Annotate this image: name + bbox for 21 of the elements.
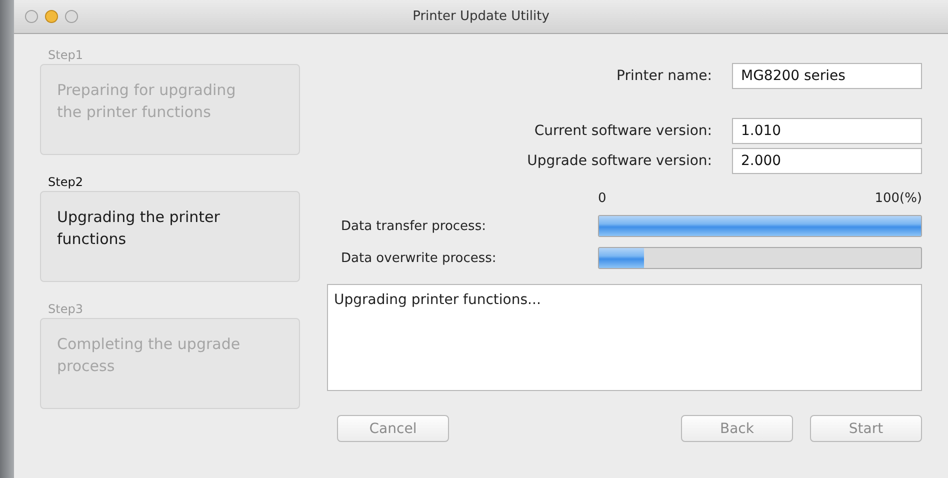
input-field[interactable]: 2.000 bbox=[732, 148, 922, 174]
step-label: Step3 bbox=[47, 301, 84, 318]
field-label: Upgrade software version: bbox=[526, 153, 712, 169]
step-label: Step2 bbox=[47, 174, 84, 191]
close-icon[interactable] bbox=[25, 10, 38, 23]
progress-label: Data transfer process: bbox=[340, 218, 487, 234]
field-label: Printer name: bbox=[616, 68, 712, 84]
field-label: Current software version: bbox=[533, 123, 712, 139]
scale-max: 100(%) bbox=[874, 191, 922, 208]
status-log: Upgrading printer functions... bbox=[327, 284, 922, 391]
input-field[interactable]: MG8200 series bbox=[732, 63, 922, 89]
progress-label: Data overwrite process: bbox=[340, 250, 498, 266]
step-card: Upgrading the printer functions bbox=[40, 191, 300, 282]
zoom-icon[interactable] bbox=[65, 10, 78, 23]
input-field[interactable]: 1.010 bbox=[732, 118, 922, 144]
step-card: Completing the upgrade process bbox=[40, 318, 300, 409]
step-label: Step1 bbox=[47, 47, 84, 64]
window-title: Printer Update Utility bbox=[412, 9, 550, 24]
step-card: Preparing for upgrading the printer functions bbox=[40, 64, 300, 155]
scale-min: 0 bbox=[598, 191, 606, 208]
minimize-icon[interactable] bbox=[45, 10, 58, 23]
